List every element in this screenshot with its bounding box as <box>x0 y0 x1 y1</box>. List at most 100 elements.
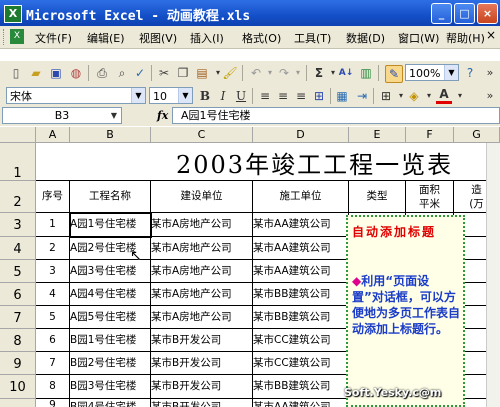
chart-wizard-icon[interactable]: ▥ <box>358 65 374 81</box>
spelling-icon[interactable]: ✓ <box>132 65 148 81</box>
column-header-f[interactable]: F <box>406 127 454 143</box>
menu-tools[interactable]: 工具(T) <box>294 30 331 46</box>
cell-seq[interactable]: 4 <box>36 283 70 306</box>
permission-icon[interactable]: ◍ <box>68 65 84 81</box>
font-name-select[interactable]: 宋体 ▼ <box>6 87 146 104</box>
menu-edit[interactable]: 编辑(E) <box>87 30 125 46</box>
header-cell-type[interactable]: 类型 <box>349 181 406 213</box>
font-size-select[interactable]: 10 ▼ <box>149 87 193 104</box>
cell-constructor[interactable]: 某市AA建筑公司 <box>253 260 349 283</box>
column-header-g[interactable]: G <box>454 127 500 143</box>
cell-constructor[interactable]: 某市BB建筑公司 <box>253 306 349 329</box>
align-left-icon[interactable]: ≡ <box>257 88 273 104</box>
header-cell-name[interactable]: 工程名称 <box>70 181 151 213</box>
cell-constructor[interactable]: 某市CC建筑公司 <box>253 329 349 352</box>
row-header-10[interactable]: 10 <box>0 375 36 399</box>
menu-data[interactable]: 数据(D) <box>346 30 385 46</box>
font-color-dropdown-icon[interactable]: ▾ <box>452 88 468 104</box>
partial-row-constructor[interactable]: 某市AA建筑公司 <box>253 399 349 407</box>
cell-constructor[interactable]: 某市AA建筑公司 <box>253 237 349 260</box>
fill-color-dropdown-icon[interactable]: ▾ <box>421 88 437 104</box>
merge-center-icon[interactable]: ⊞ <box>311 88 327 104</box>
cell-name[interactable]: B园3号住宅楼 <box>70 375 151 399</box>
cell-builder[interactable]: 某市B开发公司 <box>151 352 253 375</box>
font-color-icon[interactable]: A <box>436 88 452 104</box>
menu-format[interactable]: 格式(O) <box>242 30 281 46</box>
header-cell-area[interactable]: 面积 平米 <box>406 181 454 213</box>
open-folder-icon[interactable]: ▰ <box>28 65 44 81</box>
row-header-1[interactable]: 1 <box>0 143 36 181</box>
row-header-11[interactable] <box>0 399 36 407</box>
header-cell-seq[interactable]: 序号 <box>36 181 70 213</box>
menu-file[interactable]: 文件(F) <box>35 30 72 46</box>
row-header-9[interactable]: 9 <box>0 352 36 375</box>
cell-builder[interactable]: 某市A房地产公司 <box>151 260 253 283</box>
borders-icon[interactable]: ⊞ <box>378 88 394 104</box>
cell-seq[interactable]: 6 <box>36 329 70 352</box>
partial-row-builder[interactable]: 某市B开发公司 <box>151 399 253 407</box>
row-header-5[interactable]: 5 <box>0 260 36 283</box>
cell-name[interactable]: B园2号住宅楼 <box>70 352 151 375</box>
cell-builder[interactable]: 某市B开发公司 <box>151 329 253 352</box>
cell-seq[interactable]: 8 <box>36 375 70 399</box>
excel-app-icon[interactable]: X <box>4 5 22 23</box>
header-cell-builder[interactable]: 建设单位 <box>151 181 253 213</box>
italic-button[interactable]: I <box>215 88 231 104</box>
bold-button[interactable]: B <box>197 88 213 104</box>
menu-help[interactable]: 帮助(H) <box>446 30 485 46</box>
menu-window[interactable]: 窗口(W) <box>398 30 439 46</box>
font-size-dropdown-icon[interactable]: ▼ <box>178 88 192 103</box>
close-button[interactable]: × <box>477 3 498 24</box>
help-icon[interactable]: ? <box>462 65 478 81</box>
column-header-a[interactable]: A <box>36 127 70 143</box>
format-painter-icon[interactable]: 🖌 <box>222 65 238 81</box>
sheet-title-cell[interactable]: 2003年竣工工程一览表 <box>36 143 500 181</box>
cell-constructor[interactable]: 某市AA建筑公司 <box>253 213 349 237</box>
row-header-7[interactable]: 7 <box>0 306 36 329</box>
cell-builder[interactable]: 某市B开发公司 <box>151 375 253 399</box>
paste-icon[interactable]: ▤ <box>194 65 210 81</box>
redo-dropdown-icon[interactable]: ▾ <box>290 65 306 81</box>
save-icon[interactable]: ▣ <box>48 65 64 81</box>
zoom-select[interactable]: 100% ▼ <box>405 64 459 81</box>
insert-function-icon[interactable]: fx <box>157 109 168 122</box>
row-header-6[interactable]: 6 <box>0 283 36 306</box>
print-icon[interactable]: ⎙ <box>94 65 110 81</box>
row-header-3[interactable]: 3 <box>0 213 36 237</box>
document-close-button[interactable]: × <box>486 28 496 42</box>
zoom-dropdown-icon[interactable]: ▼ <box>444 65 458 80</box>
row-header-4[interactable]: 4 <box>0 237 36 260</box>
sort-ascending-icon[interactable]: A↓ <box>338 65 354 81</box>
cell-seq[interactable]: 5 <box>36 306 70 329</box>
format-toolbar-options-icon[interactable]: » <box>482 88 498 104</box>
align-right-icon[interactable]: ≡ <box>293 88 309 104</box>
cell-seq[interactable]: 7 <box>36 352 70 375</box>
menu-grip[interactable] <box>3 29 7 45</box>
partial-row-seq[interactable]: 9 <box>36 399 70 407</box>
cell-builder[interactable]: 某市A房地产公司 <box>151 283 253 306</box>
maximize-button[interactable]: □ <box>454 3 475 24</box>
cell-constructor[interactable]: 某市BB建筑公司 <box>253 375 349 399</box>
cell-name[interactable]: A园5号住宅楼 <box>70 306 151 329</box>
minimize-button[interactable]: _ <box>431 3 452 24</box>
indent-icon[interactable]: ⇥ <box>354 88 370 104</box>
document-icon[interactable]: X <box>10 29 24 44</box>
name-box[interactable]: B3 <box>2 107 122 124</box>
vertical-scrollbar[interactable] <box>486 143 500 407</box>
cell-builder[interactable]: 某市A房地产公司 <box>151 237 253 260</box>
fill-color-icon[interactable]: ◈ <box>406 88 422 104</box>
cell-constructor[interactable]: 某市CC建筑公司 <box>253 352 349 375</box>
underline-button[interactable]: U <box>233 88 249 104</box>
column-header-b[interactable]: B <box>70 127 151 143</box>
cell-builder[interactable]: 某市A房地产公司 <box>151 306 253 329</box>
select-all-corner[interactable] <box>0 127 36 143</box>
currency-icon[interactable]: ▦ <box>334 88 350 104</box>
cell-seq[interactable]: 1 <box>36 213 70 237</box>
align-center-icon[interactable]: ≡ <box>275 88 291 104</box>
cell-seq[interactable]: 2 <box>36 237 70 260</box>
cell-name[interactable]: A园1号住宅楼 <box>70 213 151 237</box>
cell-name[interactable]: A园4号住宅楼 <box>70 283 151 306</box>
column-header-d[interactable]: D <box>253 127 349 143</box>
row-header-8[interactable]: 8 <box>0 329 36 352</box>
new-file-icon[interactable]: ▯ <box>8 65 24 81</box>
